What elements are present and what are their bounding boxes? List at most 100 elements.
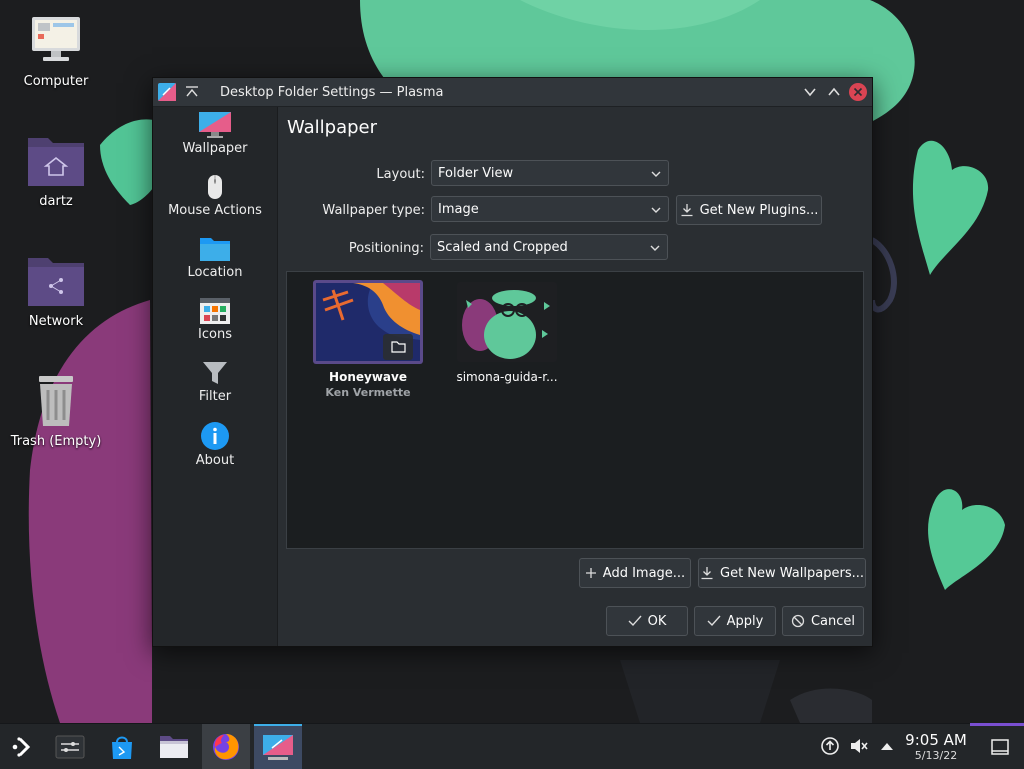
add-image-button[interactable]: Add Image...: [579, 558, 691, 588]
sidebar-item-label: Mouse Actions: [168, 203, 262, 218]
wallpaper-thumbnail-honeywave[interactable]: Honeywave Ken Vermette: [308, 280, 428, 399]
mouse-icon: [208, 175, 222, 199]
clock-date: 5/13/22: [914, 749, 958, 762]
cancel-label: Cancel: [810, 613, 856, 629]
wallpaper-type-combobox[interactable]: Image: [431, 196, 669, 222]
firefox-icon: [213, 733, 239, 760]
apply-button[interactable]: Apply: [694, 606, 776, 636]
desktop-icon-home[interactable]: dartz: [1, 132, 111, 209]
wallpaper-thumbnail-simona[interactable]: simona-guida-r...: [447, 280, 567, 384]
digital-clock[interactable]: 9:05 AM 5/13/22: [900, 731, 972, 762]
maximize-button[interactable]: [825, 83, 843, 101]
updates-icon[interactable]: [820, 736, 840, 756]
layout-value: Folder View: [438, 165, 514, 181]
window-title: Desktop Folder Settings — Plasma: [220, 84, 444, 100]
sidebar-item-label: Location: [187, 265, 243, 280]
wallpaper-title: simona-guida-r...: [456, 370, 558, 384]
close-button[interactable]: [849, 83, 867, 101]
desktop-icon-computer[interactable]: Computer: [1, 14, 111, 89]
checkmark-icon: [707, 615, 721, 627]
launcher-icon: [12, 736, 31, 757]
cancel-icon: [791, 614, 805, 628]
chevron-down-icon: [804, 88, 816, 97]
settings-content: Wallpaper Layout: Folder View Wallpaper …: [278, 107, 872, 646]
home-folder-icon: [28, 138, 84, 186]
sidebar-item-location[interactable]: Location: [153, 235, 277, 280]
sidebar-item-label: Wallpaper: [182, 141, 248, 156]
close-icon: [849, 83, 867, 101]
get-new-wallpapers-button[interactable]: Get New Wallpapers...: [698, 558, 866, 588]
plasma-settings-icon: [158, 83, 176, 101]
filter-icon: [203, 362, 227, 384]
computer-icon: [32, 17, 80, 61]
apply-label: Apply: [726, 613, 764, 629]
network-folder-icon: [28, 258, 84, 306]
positioning-combobox[interactable]: Scaled and Cropped: [430, 234, 668, 260]
plus-icon: [585, 568, 596, 578]
chevron-down-icon: [651, 171, 661, 177]
chevron-down-icon: [650, 245, 660, 251]
desktop-icon-label: Trash (Empty): [10, 434, 102, 449]
taskbar-accent-line: [970, 723, 1024, 726]
sidebar-item-label: About: [195, 453, 235, 468]
chevron-up-icon[interactable]: [879, 739, 895, 753]
sidebar-item-filter[interactable]: Filter: [153, 359, 277, 404]
download-icon: [701, 567, 713, 580]
shopping-bag-icon: [112, 736, 132, 759]
show-desktop-icon: [991, 738, 1009, 755]
taskbar-firefox[interactable]: [202, 724, 250, 769]
chevron-up-icon: [828, 87, 840, 96]
system-settings-icon: [55, 735, 85, 758]
desktop-icon-trash[interactable]: Trash (Empty): [1, 372, 111, 449]
chevron-down-icon: [651, 207, 661, 213]
positioning-label: Positioning:: [348, 241, 424, 256]
download-icon: [681, 204, 693, 217]
show-desktop-button[interactable]: [982, 724, 1018, 769]
taskbar-desktop-settings[interactable]: [254, 724, 302, 769]
layout-combobox[interactable]: Folder View: [431, 160, 669, 186]
positioning-value: Scaled and Cropped: [437, 239, 568, 255]
wallpaper-type-value: Image: [438, 201, 479, 217]
wallpaper-type-label: Wallpaper type:: [322, 203, 425, 218]
desktop-icon-network[interactable]: Network: [1, 252, 111, 329]
get-new-plugins-button[interactable]: Get New Plugins...: [676, 195, 822, 225]
wallpaper-icon: [199, 112, 231, 138]
desktop-icon-label: dartz: [39, 194, 73, 209]
application-launcher-button[interactable]: [0, 724, 48, 769]
settings-window: Desktop Folder Settings — Plasma Wallpap…: [152, 77, 873, 647]
sidebar-item-wallpaper[interactable]: Wallpaper: [153, 111, 277, 156]
plasma-settings-icon: [263, 734, 293, 760]
taskbar-system-settings[interactable]: [46, 724, 94, 769]
taskbar-discover[interactable]: [98, 724, 146, 769]
wallpaper-preview-image: [457, 282, 557, 362]
get-new-wallpapers-label: Get New Wallpapers...: [720, 565, 864, 581]
wallpaper-title: Honeywave: [329, 370, 407, 384]
sidebar-item-label: Icons: [198, 327, 232, 342]
ok-button[interactable]: OK: [606, 606, 688, 636]
folder-icon: [160, 735, 188, 758]
layout-label: Layout:: [376, 167, 425, 182]
checkmark-icon: [628, 615, 642, 627]
trash-icon: [39, 376, 73, 426]
wallpaper-gallery[interactable]: Honeywave Ken Vermette simona-guida-r...: [286, 271, 864, 549]
sidebar-item-mouse-actions[interactable]: Mouse Actions: [153, 173, 277, 218]
clock-time: 9:05 AM: [905, 731, 967, 749]
add-image-label: Add Image...: [602, 565, 686, 581]
window-titlebar[interactable]: Desktop Folder Settings — Plasma: [153, 78, 872, 107]
info-icon: [201, 422, 229, 450]
cancel-button[interactable]: Cancel: [782, 606, 864, 636]
keep-above-icon[interactable]: [184, 84, 200, 100]
desktop-icon-label: Computer: [23, 74, 89, 89]
folder-icon: [200, 238, 230, 261]
sidebar-item-about[interactable]: About: [153, 421, 277, 468]
taskbar-file-manager[interactable]: [150, 724, 198, 769]
wallpaper-author: Ken Vermette: [325, 386, 411, 399]
minimize-button[interactable]: [801, 83, 819, 101]
page-title: Wallpaper: [287, 117, 378, 138]
desktop-icon-label: Network: [28, 314, 84, 329]
sidebar-item-icons[interactable]: Icons: [153, 297, 277, 342]
taskbar: 9:05 AM 5/13/22: [0, 723, 1024, 769]
ok-label: OK: [647, 613, 667, 629]
get-new-plugins-label: Get New Plugins...: [699, 202, 819, 218]
volume-muted-icon[interactable]: [849, 736, 869, 756]
